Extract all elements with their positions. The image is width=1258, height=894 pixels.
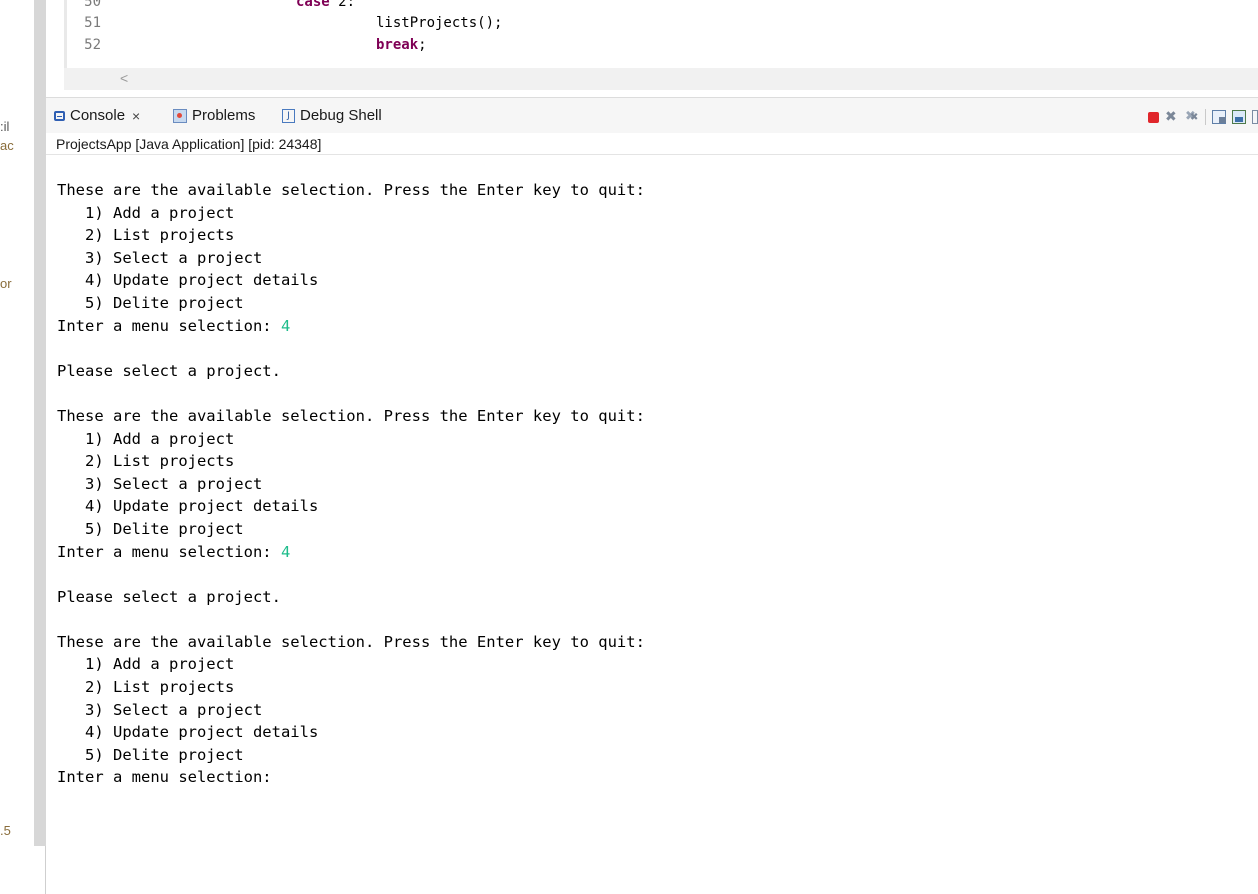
- left-panel-fragment: :il ac or .5: [0, 0, 34, 894]
- terminate-icon[interactable]: [1148, 111, 1159, 123]
- code-text: listProjects();: [376, 15, 503, 31]
- word-wrap-icon[interactable]: [1252, 110, 1258, 124]
- console-text: These are the available selection. Press…: [57, 179, 645, 789]
- panel-divider[interactable]: [34, 0, 46, 846]
- menu-item: 4) Update project details: [57, 271, 319, 290]
- launch-description: ProjectsApp [Java Application] [pid: 243…: [46, 133, 1258, 155]
- clear-console-icon[interactable]: [1212, 110, 1226, 124]
- code-text: break;: [376, 37, 427, 53]
- tab-problems[interactable]: Problems: [173, 107, 255, 124]
- left-text-fragment: ac: [0, 138, 14, 153]
- line-number: 52: [84, 37, 101, 53]
- code-text: case 2:: [296, 0, 355, 10]
- tab-console[interactable]: Console ×: [54, 107, 140, 124]
- tab-label: Debug Shell: [300, 107, 382, 124]
- tab-label: Problems: [192, 107, 256, 124]
- console-message: Please select a project.: [57, 587, 281, 606]
- line-number: 50: [84, 0, 101, 10]
- console-output[interactable]: These are the available selection. Press…: [46, 156, 1258, 894]
- menu-item: 5) Delite project: [57, 293, 244, 312]
- menu-item: 2) List projects: [57, 226, 235, 245]
- menu-header: These are the available selection. Press…: [57, 406, 645, 425]
- menu-prompt: Inter a menu selection:: [57, 316, 281, 335]
- tab-label: Console: [70, 107, 126, 124]
- menu-item: 1) Add a project: [57, 655, 235, 674]
- console-view-tabbar: Console × Problems J Debug Shell: [46, 97, 1258, 134]
- remove-launch-icon[interactable]: [1165, 108, 1179, 125]
- menu-prompt: Inter a menu selection:: [57, 768, 281, 787]
- code-text-rest: 2:: [329, 0, 356, 10]
- close-icon[interactable]: ×: [132, 108, 140, 124]
- left-text-fragment: or: [0, 276, 12, 291]
- menu-item: 5) Delite project: [57, 519, 244, 538]
- tab-debug-shell[interactable]: J Debug Shell: [282, 107, 382, 124]
- scroll-lock-icon[interactable]: [1232, 110, 1246, 124]
- menu-item: 3) Select a project: [57, 700, 263, 719]
- user-input: 4: [280, 542, 291, 561]
- debug-shell-icon: J: [282, 108, 295, 123]
- line-number: 51: [84, 15, 101, 31]
- user-input: 4: [280, 316, 291, 335]
- console-message: Please select a project.: [57, 361, 281, 380]
- console-toolbar: [1148, 108, 1258, 125]
- menu-header: These are the available selection. Press…: [57, 181, 645, 199]
- problems-icon: [173, 108, 187, 123]
- code-keyword: case: [296, 0, 330, 10]
- code-text-rest: ;: [418, 37, 427, 53]
- menu-item: 1) Add a project: [57, 429, 235, 448]
- code-line: 52 break;: [67, 37, 1257, 57]
- editor-horizontal-scrollbar[interactable]: <: [64, 68, 1258, 90]
- remove-all-terminated-icon[interactable]: [1185, 108, 1199, 124]
- menu-item: 1) Add a project: [57, 203, 235, 222]
- menu-item: 4) Update project details: [57, 497, 319, 516]
- menu-item: 3) Select a project: [57, 474, 263, 493]
- menu-item: 3) Select a project: [57, 248, 263, 267]
- toolbar-separator: [1205, 109, 1206, 125]
- left-text-fragment: :il: [0, 119, 10, 134]
- scroll-left-arrow-icon[interactable]: <: [120, 70, 128, 86]
- menu-item: 2) List projects: [57, 678, 235, 697]
- editor-lines: 50 case 2: 51 listProjects(); 52 break;: [64, 0, 1257, 68]
- code-line: 51 listProjects();: [67, 15, 1257, 35]
- menu-item: 4) Update project details: [57, 723, 319, 742]
- menu-prompt: Inter a menu selection:: [57, 542, 281, 561]
- menu-item: 2) List projects: [57, 452, 235, 471]
- code-line: 50 case 2:: [67, 0, 1257, 14]
- menu-item: 5) Delite project: [57, 745, 244, 764]
- console-icon: [54, 110, 65, 121]
- code-keyword: break: [376, 37, 419, 53]
- menu-header: These are the available selection. Press…: [57, 632, 645, 651]
- left-text-fragment: .5: [0, 823, 11, 838]
